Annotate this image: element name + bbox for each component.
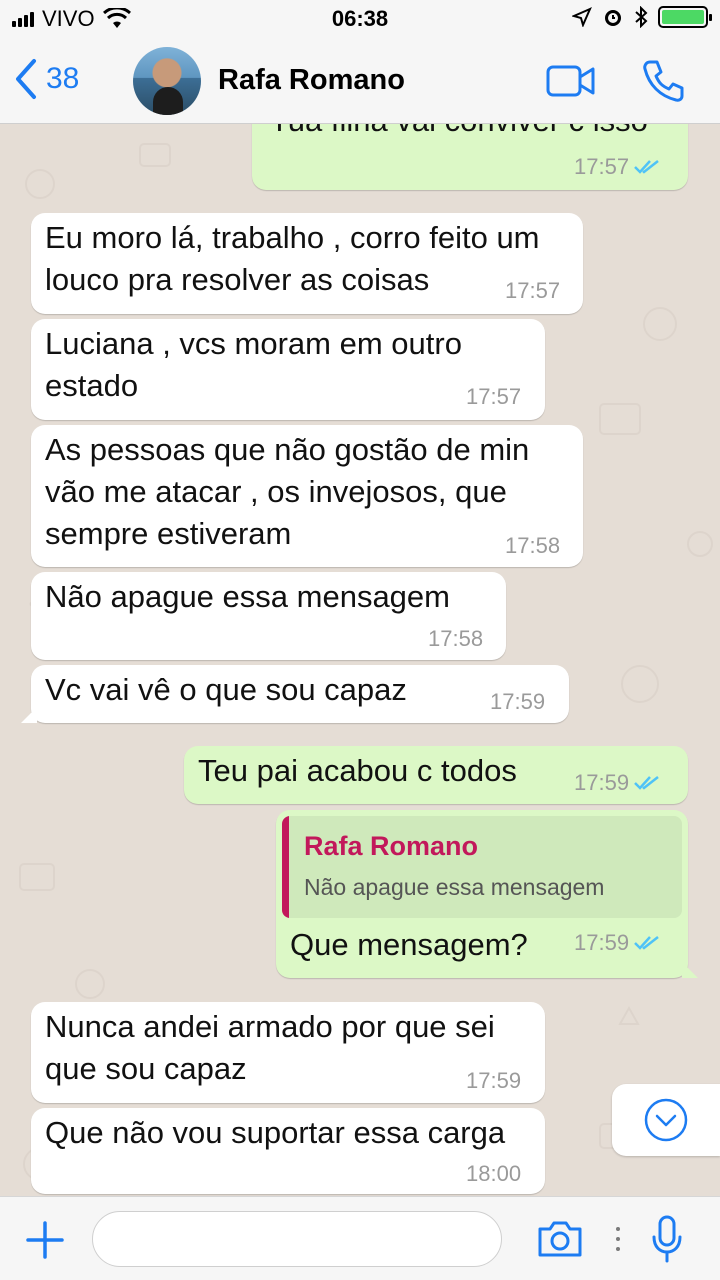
alarm-icon bbox=[605, 10, 621, 26]
read-receipt-icon bbox=[634, 160, 659, 174]
status-right bbox=[572, 6, 712, 28]
message-time: 17:57 bbox=[505, 278, 561, 303]
message-line: que sou capaz bbox=[45, 1051, 247, 1086]
quoted-message[interactable]: Rafa Romano Não apague essa mensagem bbox=[282, 816, 682, 918]
camera-icon[interactable] bbox=[536, 1219, 584, 1259]
message-time: 17:58 bbox=[505, 533, 561, 558]
message-text: Nunca andei armado por que sei que sou c… bbox=[45, 1006, 495, 1090]
message-line: vão me atacar , os invejosos, que bbox=[45, 474, 507, 509]
message-time: 17:59 bbox=[490, 689, 546, 714]
message-line: louco pra resolver as coisas bbox=[45, 262, 430, 297]
battery-icon bbox=[658, 6, 712, 28]
message-bubble-outgoing[interactable]: Tua filha vai conviver c isso 17:57 bbox=[252, 124, 688, 190]
location-icon bbox=[572, 7, 592, 27]
quote-text: Não apague essa mensagem bbox=[304, 874, 605, 900]
unread-count: 38 bbox=[46, 62, 80, 95]
message-bubble-incoming[interactable]: Que não vou suportar essa carga 18:00 bbox=[31, 1108, 545, 1194]
avatar[interactable] bbox=[133, 47, 201, 115]
more-options-icon[interactable] bbox=[616, 1227, 620, 1251]
message-text: Que não vou suportar essa carga bbox=[45, 1115, 506, 1150]
chat-area[interactable]: Tua filha vai conviver c isso 17:57 Eu m… bbox=[0, 124, 720, 1196]
message-text: Não apague essa mensagem bbox=[45, 579, 450, 614]
input-bar bbox=[0, 1196, 720, 1280]
video-camera-icon[interactable] bbox=[546, 64, 596, 98]
message-text: Vc vai vê o que sou capaz bbox=[45, 672, 407, 707]
message-time: 17:59 bbox=[466, 1068, 522, 1093]
message-text: Luciana , vcs moram em outro estado bbox=[45, 323, 462, 407]
message-bubble-incoming[interactable]: Eu moro lá, trabalho , corro feito um lo… bbox=[31, 213, 583, 314]
message-meta: 17:59 bbox=[574, 930, 661, 956]
message-line: As pessoas que não gostão de min bbox=[45, 432, 530, 467]
chevron-down-circle-icon bbox=[644, 1098, 688, 1142]
message-bubble-outgoing-reply[interactable]: Rafa Romano Não apague essa mensagem Que… bbox=[276, 810, 698, 978]
microphone-icon[interactable] bbox=[650, 1215, 684, 1265]
message-bubble-incoming[interactable]: Vc vai vê o que sou capaz 17:59 bbox=[21, 665, 569, 723]
plus-icon[interactable] bbox=[26, 1221, 64, 1259]
message-line: Nunca andei armado por que sei bbox=[45, 1009, 495, 1044]
read-receipt-icon bbox=[634, 776, 659, 790]
message-time: 18:00 bbox=[466, 1161, 522, 1186]
message-text: Eu moro lá, trabalho , corro feito um lo… bbox=[45, 217, 540, 301]
message-input[interactable] bbox=[92, 1211, 502, 1267]
chat-header: 38 Rafa Romano bbox=[0, 40, 720, 124]
message-bubble-incoming[interactable]: As pessoas que não gostão de min vão me … bbox=[31, 425, 583, 567]
message-text: Tua filha vai conviver c isso bbox=[270, 124, 648, 142]
message-text: As pessoas que não gostão de min vão me … bbox=[45, 429, 529, 555]
bubble-tail bbox=[21, 707, 37, 723]
message-time: 17:57 bbox=[574, 154, 630, 179]
read-receipt-icon bbox=[634, 936, 659, 950]
quote-bar bbox=[282, 816, 289, 918]
message-time: 17:58 bbox=[428, 626, 484, 651]
message-time: 17:59 bbox=[574, 930, 630, 955]
message-bubble-incoming[interactable]: Luciana , vcs moram em outro estado 17:5… bbox=[31, 319, 545, 420]
bluetooth-icon bbox=[635, 6, 648, 28]
message-line: Eu moro lá, trabalho , corro feito um bbox=[45, 220, 540, 255]
bubble-tail bbox=[682, 962, 698, 978]
message-bubble-incoming[interactable]: Nunca andei armado por que sei que sou c… bbox=[31, 1002, 545, 1103]
contact-name[interactable]: Rafa Romano bbox=[218, 64, 405, 97]
message-line: sempre estiveram bbox=[45, 516, 292, 551]
scroll-to-bottom-button[interactable] bbox=[612, 1084, 720, 1156]
message-line: Luciana , vcs moram em outro bbox=[45, 326, 462, 361]
message-bubble-outgoing[interactable]: Teu pai acabou c todos 17:59 bbox=[184, 746, 688, 804]
message-bubble-incoming[interactable]: Não apague essa mensagem 17:58 bbox=[31, 572, 506, 660]
message-text: Que mensagem? bbox=[290, 927, 528, 962]
message-meta: 17:59 bbox=[574, 770, 661, 796]
message-time: 17:57 bbox=[466, 384, 522, 409]
quote-author: Rafa Romano bbox=[304, 831, 479, 861]
message-text: Teu pai acabou c todos bbox=[198, 753, 517, 788]
message-line: estado bbox=[45, 368, 139, 403]
message-meta: 17:57 bbox=[574, 154, 661, 180]
chevron-left-icon bbox=[16, 59, 36, 99]
phone-icon[interactable] bbox=[640, 58, 686, 104]
status-bar: VIVO 06:38 bbox=[0, 0, 720, 40]
message-time: 17:59 bbox=[574, 770, 630, 795]
back-button[interactable]: 38 bbox=[14, 58, 79, 100]
